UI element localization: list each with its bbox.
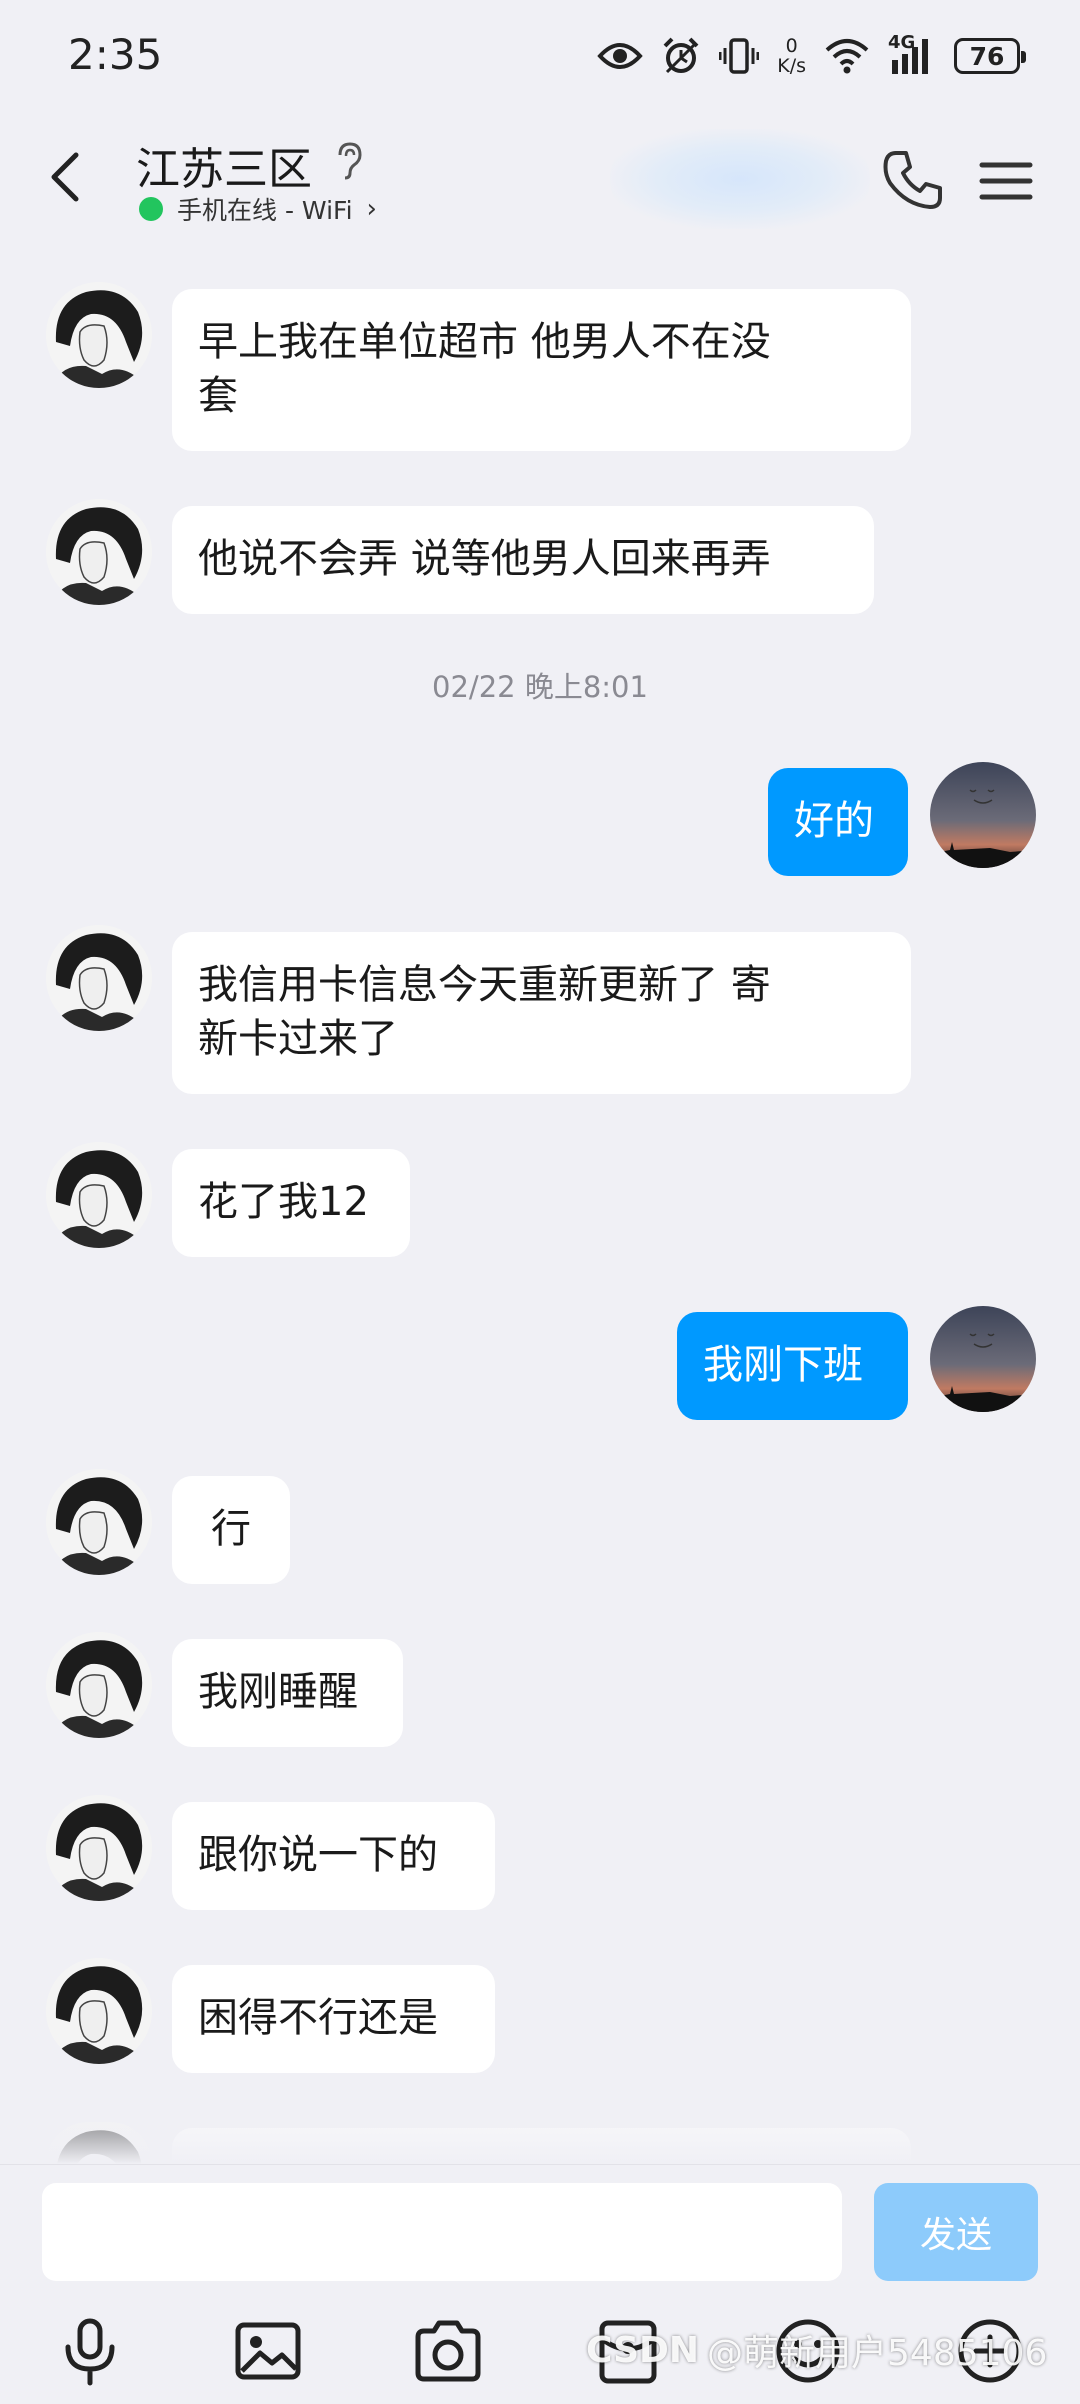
message-bubble[interactable]: 跟你说一下的	[172, 1802, 495, 1910]
image-icon[interactable]	[232, 2315, 304, 2387]
contact-avatar[interactable]	[46, 925, 152, 1031]
contact-avatar[interactable]	[46, 282, 152, 388]
message-input[interactable]	[42, 2183, 842, 2281]
call-button[interactable]	[878, 145, 948, 215]
blurred-region	[610, 129, 870, 229]
message-bubble[interactable]: 我刚睡醒	[172, 1639, 403, 1747]
chat-title[interactable]: 江苏三区	[136, 133, 312, 197]
message-bubble[interactable]: 我信用卡信息今天重新更新了 寄新卡过来了	[172, 932, 911, 1094]
eye-icon	[597, 40, 643, 72]
battery-icon: 76	[954, 38, 1026, 74]
signal-icon: 4G	[888, 32, 936, 76]
menu-button[interactable]	[976, 145, 1036, 215]
message-bubble[interactable]: 他说不会弄 说等他男人回来再弄	[172, 506, 874, 614]
status-bar: 2:35 0 K/s 4G 76	[0, 0, 1080, 115]
chat-header: 江苏三区 手机在线 - WiFi ›	[0, 115, 1080, 245]
message-bubble[interactable]: 花了我12	[172, 1149, 410, 1257]
sent-message-bubble[interactable]: 好的	[768, 768, 908, 876]
net-speed: 0 K/s	[777, 35, 806, 77]
my-avatar[interactable]	[930, 1306, 1036, 1412]
status-time: 2:35	[68, 30, 163, 79]
message-timestamp: 02/22 晚上8:01	[432, 670, 648, 704]
back-button[interactable]	[36, 145, 100, 209]
camera-icon[interactable]	[412, 2315, 484, 2387]
ear-icon	[334, 141, 364, 185]
sent-message-bubble[interactable]: 我刚下班	[677, 1312, 908, 1420]
back-arrow-icon	[51, 152, 79, 202]
contact-avatar[interactable]	[46, 499, 152, 605]
contact-avatar[interactable]	[46, 1795, 152, 1901]
message-bubble[interactable]: 困得不行还是	[172, 1965, 495, 2073]
contact-avatar[interactable]	[46, 1142, 152, 1248]
send-button[interactable]: 发送	[874, 2183, 1038, 2281]
message-bubble[interactable]: 早上我在单位超市 他男人不在没套	[172, 289, 911, 451]
online-status-text: 手机在线 - WiFi	[177, 196, 353, 225]
online-dot	[139, 197, 163, 221]
alarm-icon	[661, 36, 701, 76]
watermark: CSDN @萌新用户5485106	[586, 2324, 1047, 2376]
watermark-text: @萌新用户5485106	[707, 2333, 1048, 2374]
watermark-logo: CSDN	[586, 2329, 700, 2371]
wifi-icon	[824, 38, 870, 74]
phone-icon	[883, 151, 942, 209]
menu-icon	[979, 162, 1033, 200]
status-icons: 0 K/s 4G 76	[597, 28, 1026, 84]
online-status[interactable]: 手机在线 - WiFi ›	[139, 191, 377, 227]
my-avatar[interactable]	[930, 762, 1036, 868]
contact-avatar[interactable]	[46, 1469, 152, 1575]
contact-avatar[interactable]	[46, 1958, 152, 2064]
scroll-fade	[0, 2120, 1080, 2164]
message-bubble[interactable]: 行	[172, 1476, 290, 1584]
microphone-icon[interactable]	[54, 2315, 126, 2387]
chevron-right-icon: ›	[366, 194, 377, 224]
contact-avatar[interactable]	[46, 1632, 152, 1738]
vibrate-icon	[719, 36, 760, 76]
